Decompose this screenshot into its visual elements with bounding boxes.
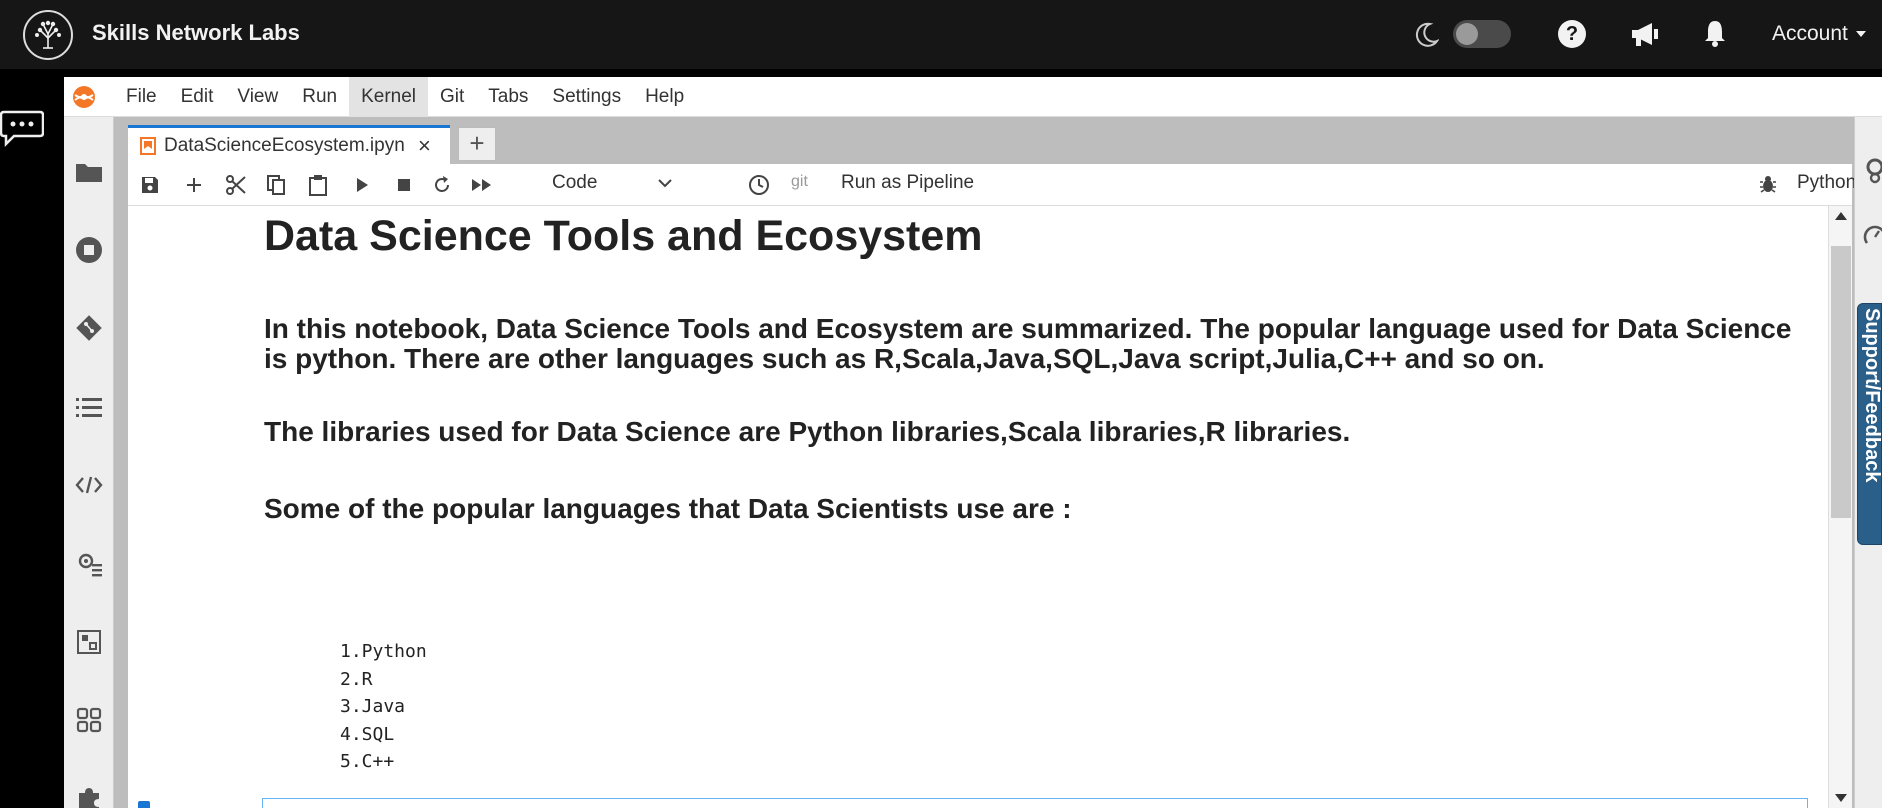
add-cell-icon[interactable] — [182, 173, 206, 197]
menu-run[interactable]: Run — [290, 77, 349, 117]
menu-tabs[interactable]: Tabs — [476, 77, 540, 117]
support-feedback-label: Support/Feedback — [1861, 308, 1882, 483]
scrollbar-thumb[interactable] — [1831, 246, 1851, 518]
toggle-knob — [1456, 23, 1478, 45]
extensions-cluster-icon[interactable] — [74, 705, 104, 735]
menu-file[interactable]: File — [114, 77, 169, 117]
cell-type-select[interactable]: Code — [552, 172, 676, 198]
libraries-text: The libraries used for Data Science are … — [264, 416, 1351, 447]
gears-icon[interactable] — [1863, 157, 1882, 190]
git-diff-button[interactable]: git — [791, 173, 808, 191]
notebook-panel: Data Science Tools and Ecosystem In this… — [128, 206, 1852, 808]
tab-bar: DataScienceEcosystem.ipyn × + — [122, 117, 1882, 164]
list-item: 1.Python — [340, 641, 427, 662]
intro-text: In this notebook, Data Science Tools and… — [264, 313, 1792, 374]
chat-icon[interactable] — [0, 108, 45, 148]
menu-help[interactable]: Help — [633, 77, 696, 117]
cut-icon[interactable] — [224, 173, 248, 197]
dashboard-gauge-icon[interactable] — [1863, 221, 1882, 254]
restart-icon[interactable] — [430, 173, 454, 197]
menu-items: File Edit View Run Kernel Git Tabs Setti… — [114, 77, 696, 117]
kernel-name[interactable]: Python — [1797, 172, 1856, 194]
elyra-pipeline-icon[interactable] — [74, 627, 104, 657]
stop-icon[interactable] — [392, 173, 416, 197]
moon-icon — [1415, 22, 1440, 53]
copy-icon[interactable] — [264, 173, 288, 197]
paste-icon[interactable] — [306, 173, 330, 197]
menu-view[interactable]: View — [225, 77, 290, 117]
account-label: Account — [1772, 22, 1848, 45]
megaphone-icon[interactable] — [1630, 20, 1660, 53]
fast-forward-icon[interactable] — [470, 173, 494, 197]
new-tab-button[interactable]: + — [458, 127, 496, 161]
menu-kernel[interactable]: Kernel — [349, 77, 428, 117]
menu-git[interactable]: Git — [428, 77, 476, 117]
git-icon[interactable] — [74, 313, 104, 343]
jupyter-logo-icon — [72, 85, 96, 109]
sidebar-resize-handle[interactable] — [114, 117, 122, 808]
debugger-bug-icon[interactable] — [1759, 174, 1777, 199]
brand-title: Skills Network Labs — [92, 20, 300, 45]
skills-network-logo-icon[interactable] — [23, 10, 73, 60]
active-code-cell[interactable] — [262, 798, 1808, 808]
chevron-down-icon — [658, 179, 672, 188]
main-area: DataScienceEcosystem.ipyn × + Code git R… — [122, 117, 1882, 808]
list-item: 5.C++ — [340, 751, 395, 772]
tab-label: DataScienceEcosystem.ipyn — [164, 135, 405, 156]
scroll-down-icon[interactable] — [1835, 794, 1847, 802]
jupyterlab-shell: File Edit View Run Kernel Git Tabs Setti… — [64, 77, 1882, 808]
support-feedback-tab[interactable]: Support/Feedback — [1857, 303, 1882, 545]
close-icon[interactable]: × — [418, 133, 431, 159]
list-item: 3.Java — [340, 696, 406, 717]
notebook-icon — [140, 137, 156, 155]
code-snippet-icon[interactable] — [74, 470, 104, 500]
bell-icon[interactable] — [1703, 19, 1727, 52]
menu-edit[interactable]: Edit — [169, 77, 226, 117]
language-list: 1.Python 2.R 3.Java 4.SQL 5.C++ — [340, 638, 427, 776]
clock-icon[interactable] — [747, 173, 771, 197]
scroll-up-icon[interactable] — [1835, 212, 1847, 220]
table-of-contents-icon[interactable] — [74, 392, 104, 422]
menu-bar: File Edit View Run Kernel Git Tabs Setti… — [64, 77, 1882, 117]
notebook-title: Data Science Tools and Ecosystem — [264, 212, 983, 260]
save-icon[interactable] — [138, 173, 162, 197]
list-item: 2.R — [340, 668, 373, 690]
run-icon[interactable] — [350, 173, 374, 197]
top-header: Skills Network Labs ? Account — [0, 0, 1882, 69]
cell-type-value: Code — [552, 172, 598, 193]
chevron-down-icon — [1855, 31, 1866, 38]
puzzle-extension-icon[interactable] — [74, 783, 104, 808]
notebook-toolbar: Code git Run as Pipeline Python — [128, 164, 1856, 206]
active-cell-marker — [138, 801, 150, 808]
running-stop-icon[interactable] — [74, 235, 104, 265]
menu-settings[interactable]: Settings — [540, 77, 633, 117]
help-icon[interactable]: ? — [1558, 20, 1586, 48]
left-sidebar — [64, 117, 114, 808]
list-item: 4.SQL — [340, 723, 395, 745]
notebook-scrollbar[interactable] — [1828, 206, 1852, 808]
languages-heading: Some of the popular languages that Data … — [264, 493, 1072, 524]
account-menu[interactable]: Account — [1772, 22, 1866, 46]
property-inspector-icon[interactable] — [74, 548, 104, 578]
dark-mode-toggle[interactable] — [1453, 20, 1511, 48]
tab-notebook[interactable]: DataScienceEcosystem.ipyn × — [128, 125, 450, 164]
folder-icon[interactable] — [74, 157, 104, 187]
run-as-pipeline-button[interactable]: Run as Pipeline — [841, 172, 974, 194]
